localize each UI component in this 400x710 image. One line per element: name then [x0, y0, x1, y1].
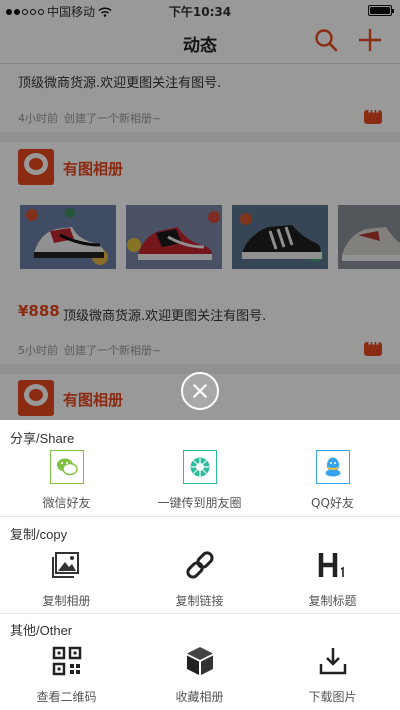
share-wechat-label: 微信好友	[42, 496, 91, 510]
favorite-album-button[interactable]: 收藏相册	[133, 644, 266, 705]
dim-overlay[interactable]	[0, 0, 400, 420]
section-title-other: 其他/Other	[10, 623, 73, 638]
copy-link-button[interactable]: 复制链接	[133, 548, 266, 609]
share-qq-button[interactable]: QQ好友	[266, 450, 399, 511]
download-image-button[interactable]: 下载图片	[266, 644, 399, 705]
share-moments-label: 一键传到朋友圈	[157, 496, 242, 510]
download-icon	[316, 644, 350, 678]
qrcode-icon	[50, 644, 84, 678]
qq-icon	[315, 450, 350, 484]
moments-icon	[182, 450, 217, 484]
heading-icon	[316, 548, 350, 582]
copy-album-button[interactable]: 复制相册	[0, 548, 133, 609]
link-icon	[183, 548, 217, 582]
copy-title-label: 复制标题	[308, 594, 357, 608]
section-title-copy: 复制/copy	[10, 527, 68, 542]
download-image-label: 下载图片	[308, 690, 357, 704]
copy-album-label: 复制相册	[42, 594, 91, 608]
section-divider	[0, 516, 400, 517]
box-icon	[183, 644, 217, 678]
section-title-share: 分享/Share	[10, 431, 75, 446]
image-icon	[50, 548, 84, 582]
view-qrcode-label: 查看二维码	[36, 690, 97, 704]
wechat-icon	[49, 450, 84, 484]
section-divider	[0, 613, 400, 614]
share-wechat-button[interactable]: 微信好友	[0, 450, 133, 511]
share-qq-label: QQ好友	[311, 496, 354, 510]
close-icon[interactable]	[181, 372, 219, 410]
view-qrcode-button[interactable]: 查看二维码	[0, 644, 133, 705]
share-moments-button[interactable]: 一键传到朋友圈	[133, 450, 266, 511]
copy-title-button[interactable]: 复制标题	[266, 548, 399, 609]
copy-link-label: 复制链接	[175, 594, 224, 608]
action-sheet: 分享/Share 微信好友 一键传到朋友圈 QQ好友 复制/copy 复制相册	[0, 420, 400, 710]
favorite-album-label: 收藏相册	[175, 690, 224, 704]
